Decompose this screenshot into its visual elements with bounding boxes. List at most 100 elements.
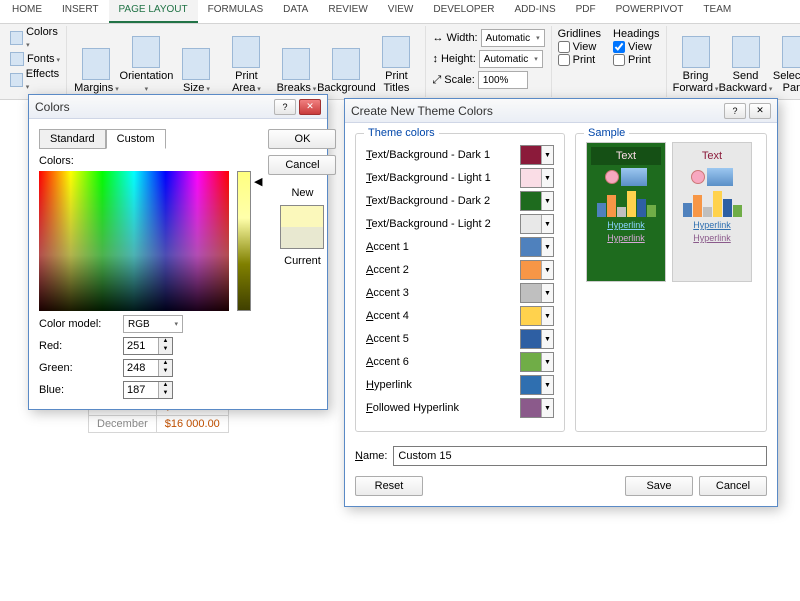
colors-label: Colors: [39, 155, 262, 167]
theme-color-swatch[interactable]: ▼ [520, 306, 554, 326]
green-label: Green: [39, 362, 117, 374]
print-titles-icon [382, 36, 410, 68]
help-button[interactable]: ? [724, 103, 746, 119]
height-dropdown[interactable]: Automatic [479, 50, 543, 68]
close-button[interactable]: ✕ [299, 99, 321, 115]
sample-fieldset: Sample Text Hyperlink Hyperlink Text Hyp… [575, 133, 767, 432]
background-icon [332, 48, 360, 80]
theme-color-row: Hyperlink▼ [366, 375, 554, 395]
ok-button[interactable]: OK [268, 129, 336, 149]
theme-color-label: Accent 4 [366, 310, 409, 322]
theme-name-input[interactable] [393, 446, 767, 466]
effects-icon [10, 73, 23, 87]
theme-cancel-button[interactable]: Cancel [699, 476, 767, 496]
new-label: New [291, 187, 313, 199]
theme-colors-legend: Theme colors [364, 127, 439, 139]
gridlines-view-check[interactable] [558, 41, 570, 53]
themes-effects[interactable]: Effects [10, 70, 60, 90]
theme-color-row: Text/Background - Dark 2 ▼ [366, 191, 554, 211]
tab-review[interactable]: REVIEW [318, 0, 377, 23]
bring-forward-button[interactable]: Bring Forward [673, 28, 719, 94]
colors-dialog-title: Colors [35, 100, 271, 114]
save-button[interactable]: Save [625, 476, 693, 496]
luminance-bar[interactable] [237, 171, 251, 311]
colors-dialog: Colors ? ✕ Standard Custom Colors: ◀ Col… [28, 94, 328, 410]
margins-icon [82, 48, 110, 80]
tab-insert[interactable]: INSERT [52, 0, 109, 23]
theme-color-row: Text/Background - Light 2▼ [366, 214, 554, 234]
theme-color-swatch[interactable]: ▼ [520, 375, 554, 395]
help-button[interactable]: ? [274, 99, 296, 115]
theme-color-swatch[interactable]: ▼ [520, 214, 554, 234]
theme-color-swatch[interactable]: ▼ [520, 329, 554, 349]
tab-developer[interactable]: DEVELOPER [423, 0, 504, 23]
width-dropdown[interactable]: Automatic [481, 29, 545, 47]
themes-colors[interactable]: Colors [10, 28, 60, 48]
sample-dark: Text Hyperlink Hyperlink [586, 142, 666, 282]
theme-color-swatch[interactable]: ▼ [520, 260, 554, 280]
table-row[interactable]: December$16 000.00 [89, 416, 229, 433]
theme-color-swatch[interactable]: ▼ [520, 237, 554, 257]
green-spinner[interactable]: ▲▼ [123, 359, 173, 377]
orientation-button[interactable]: Orientation [123, 28, 169, 94]
print-area-button[interactable]: Print Area [223, 28, 269, 94]
theme-color-label: Text/Background - Dark 2 [366, 195, 490, 207]
red-spinner[interactable]: ▲▼ [123, 337, 173, 355]
size-button[interactable]: Size [173, 28, 219, 94]
theme-color-row: Accent 3▼ [366, 283, 554, 303]
print-area-icon [232, 36, 260, 68]
color-model-label: Color model: [39, 318, 117, 330]
theme-color-swatch[interactable]: ▼ [520, 283, 554, 303]
theme-colors-fieldset: Theme colors Text/Background - Dark 1▼Te… [355, 133, 565, 432]
name-label: Name: [355, 450, 387, 462]
group-sheet-options: Gridlines View Print Headings View Print [552, 26, 667, 97]
headings-print-check[interactable] [613, 54, 625, 66]
tab-formulas[interactable]: FORMULAS [198, 0, 274, 23]
blue-spinner[interactable]: ▲▼ [123, 381, 173, 399]
gridlines-print-check[interactable] [558, 54, 570, 66]
tab-home[interactable]: HOME [2, 0, 52, 23]
theme-color-label: Accent 6 [366, 356, 409, 368]
bring-forward-icon [682, 36, 710, 68]
blue-label: Blue: [39, 384, 117, 396]
color-spectrum[interactable] [39, 171, 229, 311]
theme-color-swatch[interactable]: ▼ [520, 168, 554, 188]
scale-spinner[interactable]: 100% [478, 71, 528, 89]
headings-title: Headings [613, 28, 659, 40]
orientation-icon [132, 36, 160, 68]
background-button[interactable]: Background [323, 28, 369, 94]
tab-pdf[interactable]: PDF [566, 0, 606, 23]
theme-color-row: Followed Hyperlink▼ [366, 398, 554, 418]
headings-view-check[interactable] [613, 41, 625, 53]
theme-color-swatch[interactable]: ▼ [520, 398, 554, 418]
cancel-button[interactable]: Cancel [268, 155, 336, 175]
tab-standard[interactable]: Standard [39, 129, 106, 149]
group-scale: ↔Width:Automatic ↕Height:Automatic ⤢Scal… [426, 26, 551, 97]
theme-color-label: Accent 1 [366, 241, 409, 253]
tab-addins[interactable]: ADD-INS [505, 0, 566, 23]
selection-pane-button[interactable]: Selection Pane [773, 28, 800, 94]
print-titles-button[interactable]: Print Titles [373, 28, 419, 94]
tab-view[interactable]: VIEW [378, 0, 424, 23]
tab-page-layout[interactable]: PAGE LAYOUT [109, 0, 198, 23]
close-button[interactable]: ✕ [749, 103, 771, 119]
reset-button[interactable]: Reset [355, 476, 423, 496]
tab-powerpivot[interactable]: POWERPIVOT [606, 0, 694, 23]
send-backward-icon [732, 36, 760, 68]
theme-color-swatch[interactable]: ▼ [520, 352, 554, 372]
tab-team[interactable]: Team [693, 0, 741, 23]
scale-label: Scale: [444, 74, 475, 86]
theme-color-swatch[interactable]: ▼ [520, 145, 554, 165]
ribbon: Colors Fonts Effects Margins Orientation… [0, 24, 800, 100]
group-arrange: Bring Forward Send Backward Selection Pa… [667, 26, 800, 97]
theme-color-label: Accent 2 [366, 264, 409, 276]
tab-custom[interactable]: Custom [106, 129, 166, 149]
send-backward-button[interactable]: Send Backward [723, 28, 769, 94]
breaks-button[interactable]: Breaks [273, 28, 319, 94]
color-model-dropdown[interactable]: RGB [123, 315, 183, 333]
tab-data[interactable]: DATA [273, 0, 318, 23]
themes-fonts[interactable]: Fonts [10, 49, 60, 69]
theme-color-swatch[interactable]: ▼ [520, 191, 554, 211]
margins-button[interactable]: Margins [73, 28, 119, 94]
colors-tabs: Standard Custom [39, 129, 262, 149]
